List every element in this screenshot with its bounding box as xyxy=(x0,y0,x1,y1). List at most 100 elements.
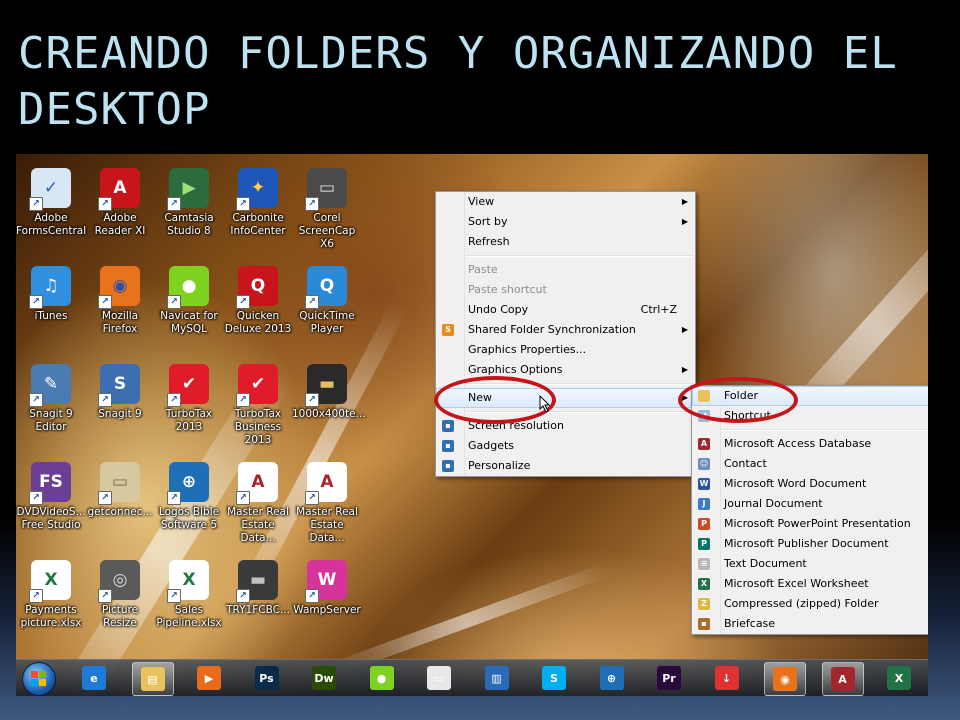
taskbar-button[interactable]: Ps xyxy=(247,662,287,694)
menu-item-label: Microsoft Access Database xyxy=(724,437,872,450)
corel-screencap-icon: ▭ ↗ xyxy=(305,168,347,211)
excel-file-icon: X ↗ xyxy=(167,560,209,603)
desktop-shortcut[interactable]: ✔ ↗ TurboTax 2013 xyxy=(154,364,224,434)
desktop-shortcut[interactable]: ▶ ↗ Camtasia Studio 8 xyxy=(154,168,224,238)
shortcut-arrow-icon: ↗ xyxy=(236,589,250,603)
taskbar-button[interactable]: S xyxy=(534,662,574,694)
taskbar-button[interactable]: ▶ xyxy=(189,662,229,694)
word-icon: W xyxy=(698,478,710,490)
menu-item-label: Paste xyxy=(468,263,498,276)
taskbar-button[interactable]: ● xyxy=(362,662,402,694)
new-item-microsoft-excel-worksheet[interactable]: X Microsoft Excel Worksheet xyxy=(692,574,928,594)
desktop-shortcut[interactable]: A ↗ Master Real Estate Data... xyxy=(292,462,362,545)
menu-separator xyxy=(722,429,928,431)
image-file-icon: ▬ ↗ xyxy=(305,364,347,407)
shortcut-arrow-icon: ↗ xyxy=(236,491,250,505)
excel-file-icon: X ↗ xyxy=(29,560,71,603)
menu-item-gadgets[interactable]: ▪ Gadgets xyxy=(436,436,695,456)
desktop-shortcut-label: Adobe Reader XI xyxy=(94,212,146,237)
zip-folder-icon: Z xyxy=(698,598,710,610)
contact-icon: ☺ xyxy=(698,458,710,470)
shortcut-arrow-icon: ↗ xyxy=(236,295,250,309)
desktop-shortcut-label: Master Real Estate Data... xyxy=(296,506,358,544)
desktop-shortcut[interactable]: FS ↗ DVDVideoS... Free Studio xyxy=(16,462,86,532)
download-icon: ↓ xyxy=(714,666,739,690)
menu-item-label: Text Document xyxy=(724,557,807,570)
desktop-shortcut[interactable]: ◎ ↗ Picture Resize xyxy=(85,560,155,630)
shortcut-arrow-icon: ↗ xyxy=(305,197,319,211)
shortcut-arrow-icon: ↗ xyxy=(29,491,43,505)
desktop-shortcut[interactable]: ▬ ↗ 1000x400te... xyxy=(292,364,366,421)
desktop-shortcut[interactable]: ✦ ↗ Carbonite InfoCenter xyxy=(223,168,293,238)
desktop-shortcut[interactable]: S ↗ Snagit 9 xyxy=(85,364,155,421)
logos-bible-icon: ⊕ ↗ xyxy=(167,462,209,505)
menu-item-view[interactable]: View ▶ xyxy=(436,192,695,212)
shortcut-arrow-icon: ↗ xyxy=(305,295,319,309)
desktop-shortcut[interactable]: ▭ ↗ getconnec... xyxy=(85,462,155,519)
taskbar-button[interactable]: ◉ xyxy=(764,662,806,696)
taskbar-button[interactable]: ▭ xyxy=(419,662,459,694)
taskbar-button[interactable]: ⊕ xyxy=(592,662,632,694)
desktop-shortcut-label: Mozilla Firefox xyxy=(101,310,139,335)
menu-item-label: Microsoft Publisher Document xyxy=(724,537,889,550)
desktop-shortcut[interactable]: ● ↗ Navicat for MySQL xyxy=(154,266,224,336)
new-item-contact[interactable]: ☺ Contact xyxy=(692,454,928,474)
desktop-shortcut[interactable]: Q ↗ QuickTime Player xyxy=(292,266,362,336)
new-item-compressed-zipped-folder[interactable]: Z Compressed (zipped) Folder xyxy=(692,594,928,614)
photoshop-icon: Ps xyxy=(254,666,279,690)
new-item-journal-document[interactable]: J Journal Document xyxy=(692,494,928,514)
desktop-shortcut-label: iTunes xyxy=(34,310,68,322)
carbonite-icon: ✦ ↗ xyxy=(236,168,278,211)
desktop-shortcut-label: Payments picture.xlsx xyxy=(20,604,82,629)
shortcut-arrow-icon: ↗ xyxy=(167,393,181,407)
menu-item-refresh[interactable]: Refresh xyxy=(436,232,695,252)
desktop-shortcut[interactable]: ▬ ↗ TRY1FCBC... xyxy=(223,560,293,617)
turbotax-business-icon: ✔ ↗ xyxy=(236,364,278,407)
sync-icon: S xyxy=(442,324,454,336)
taskbar-button[interactable]: Pr xyxy=(649,662,689,694)
desktop-shortcut[interactable]: A ↗ Adobe Reader XI xyxy=(85,168,155,238)
taskbar-button[interactable]: ↓ xyxy=(707,662,747,694)
taskbar-button[interactable]: A xyxy=(821,662,864,696)
menu-item-undo-copy[interactable]: Undo Copy Ctrl+Z xyxy=(436,300,695,320)
new-item-microsoft-word-document[interactable]: W Microsoft Word Document xyxy=(692,474,928,494)
menu-item-label: Refresh xyxy=(468,235,510,248)
desktop-shortcut[interactable]: Q ↗ Quicken Deluxe 2013 xyxy=(223,266,293,336)
submenu-arrow-icon: ▶ xyxy=(681,325,688,334)
new-item-briefcase[interactable]: ▪ Briefcase xyxy=(692,614,928,634)
desktop-shortcut[interactable]: ✎ ↗ Snagit 9 Editor xyxy=(16,364,86,434)
taskbar-button[interactable]: X xyxy=(879,662,919,694)
new-item-text-document[interactable]: ≡ Text Document xyxy=(692,554,928,574)
new-item-microsoft-publisher-document[interactable]: P Microsoft Publisher Document xyxy=(692,534,928,554)
shortcut-arrow-icon: ↗ xyxy=(29,197,43,211)
itunes-icon: ♫ ↗ xyxy=(29,266,71,309)
menu-item-sort-by[interactable]: Sort by ▶ xyxy=(436,212,695,232)
new-item-microsoft-powerpoint-presentation[interactable]: P Microsoft PowerPoint Presentation xyxy=(692,514,928,534)
desktop-shortcut[interactable]: ♫ ↗ iTunes xyxy=(16,266,86,323)
menu-item-shared-folder-synchronization[interactable]: S Shared Folder Synchronization ▶ xyxy=(436,320,695,340)
desktop-shortcut[interactable]: A ↗ Master Real Estate Data... xyxy=(223,462,293,545)
taskbar-button[interactable]: e xyxy=(74,662,114,694)
taskbar-button[interactable]: ▤ xyxy=(131,662,174,696)
desktop-shortcut-label: Snagit 9 xyxy=(98,408,142,420)
desktop-shortcut[interactable]: X ↗ Payments picture.xlsx xyxy=(16,560,86,630)
camtasia-icon: ▶ ↗ xyxy=(167,168,209,211)
desktop-shortcut[interactable]: ✓ ↗ Adobe FormsCentral xyxy=(16,168,86,238)
desktop-shortcut[interactable]: ⊕ ↗ Logos Bible Software 5 xyxy=(154,462,224,532)
menu-item-graphics-properties[interactable]: Graphics Properties... xyxy=(436,340,695,360)
desktop-shortcut-label: getconnec... xyxy=(87,506,153,518)
desktop-shortcut[interactable]: ▭ ↗ Corel ScreenCap X6 xyxy=(292,168,362,251)
new-item-microsoft-access-database[interactable]: A Microsoft Access Database xyxy=(692,434,928,454)
start-button[interactable] xyxy=(22,662,56,696)
desktop-shortcut[interactable]: ✔ ↗ TurboTax Business 2013 xyxy=(223,364,293,447)
mouse-cursor-icon xyxy=(539,395,551,413)
menu-item-label: View xyxy=(468,195,495,208)
submenu-arrow-icon: ▶ xyxy=(681,197,688,206)
briefcase-icon: ▪ xyxy=(698,618,710,630)
menu-item-personalize[interactable]: ▪ Personalize xyxy=(436,456,695,476)
taskbar-button[interactable]: Dw xyxy=(304,662,344,694)
taskbar-button[interactable]: ▥ xyxy=(477,662,517,694)
desktop-shortcut[interactable]: X ↗ Sales Pipeline.xlsx xyxy=(154,560,224,630)
desktop-shortcut[interactable]: W ↗ WampServer xyxy=(292,560,362,617)
desktop-shortcut[interactable]: ◉ ↗ Mozilla Firefox xyxy=(85,266,155,336)
